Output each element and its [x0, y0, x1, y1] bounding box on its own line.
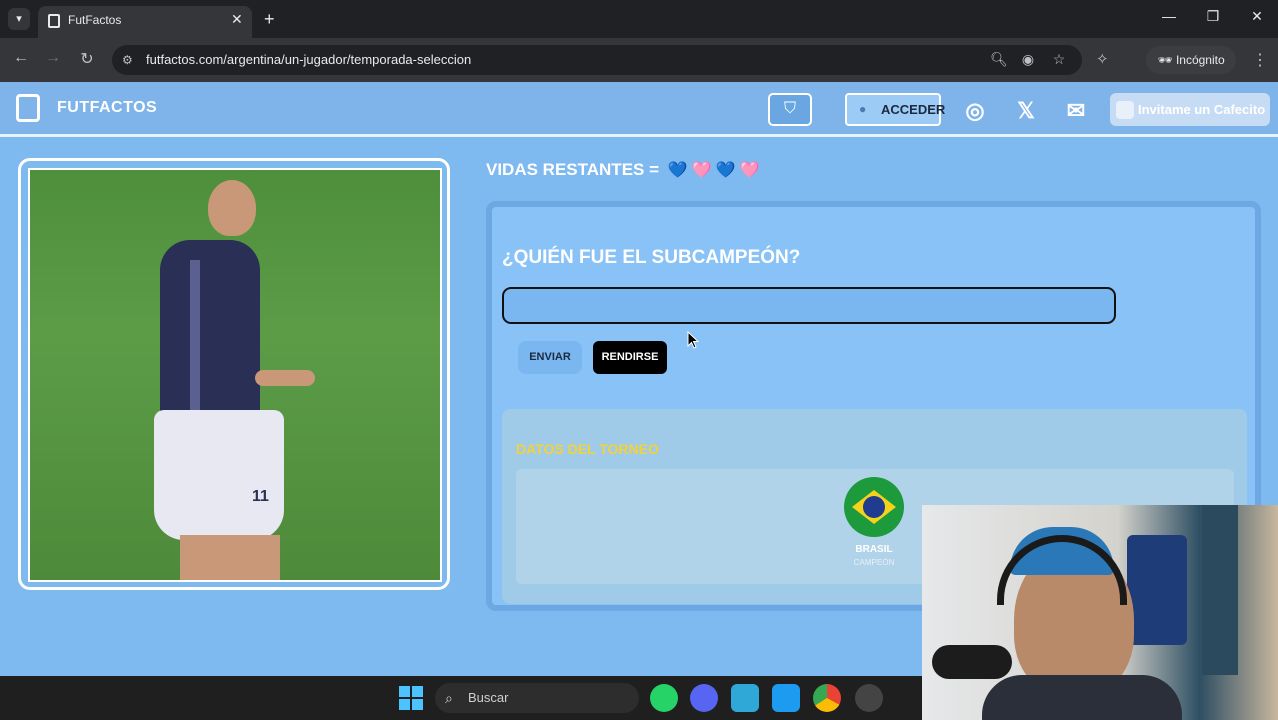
extensions-icon[interactable]: ✧ [1096, 50, 1109, 68]
taskbar-search[interactable]: ⌕ Buscar [435, 683, 639, 713]
life-heart: 💙 [715, 162, 736, 179]
windows-start-icon[interactable] [399, 686, 423, 710]
url-text[interactable]: futfactos.com/argentina/un-jugador/tempo… [146, 52, 471, 67]
door [1202, 505, 1238, 675]
x-icon[interactable]: 𝕏 [1012, 98, 1040, 124]
tab-title: FutFactos [68, 13, 122, 27]
windows-taskbar: ⌕ Buscar [0, 676, 922, 720]
restore-icon[interactable]: ❐ [1198, 8, 1228, 25]
coffee-cup-icon [1116, 101, 1134, 119]
browser-menu-icon[interactable]: ⋮ [1252, 50, 1268, 70]
webcam-overlay [922, 505, 1278, 720]
forward-arrow-icon[interactable]: → [42, 49, 64, 67]
browser-tab-bar: ▾ FutFactos ✕ + — ❐ ✕ [0, 0, 1278, 38]
player-shirt [160, 240, 260, 420]
donate-label: Invitame un Cafecito [1138, 102, 1266, 117]
desktop-app-icon[interactable] [731, 684, 759, 712]
reload-icon[interactable]: ↻ [76, 49, 98, 69]
mail-icon[interactable]: ✉ [1062, 98, 1090, 124]
minimize-icon[interactable]: — [1154, 8, 1184, 24]
obs-icon[interactable] [855, 684, 883, 712]
mouse-cursor-icon [687, 331, 699, 349]
site-info-icon[interactable]: ⚙ [122, 53, 133, 67]
address-bar[interactable]: ⚙ futfactos.com/argentina/un-jugador/tem… [112, 45, 1082, 75]
twitter-icon[interactable] [772, 684, 800, 712]
user-icon: ● [859, 102, 867, 116]
close-tab-icon[interactable]: ✕ [231, 11, 243, 28]
life-heart: 🩷 [739, 162, 760, 179]
instagram-icon[interactable]: ◎ [961, 98, 989, 124]
give-up-button[interactable]: RENDIRSE [593, 341, 667, 374]
tab-search-dropdown[interactable]: ▾ [8, 8, 30, 30]
life-heart: 🩷 [691, 162, 712, 179]
back-arrow-icon[interactable]: ← [10, 49, 32, 67]
incognito-icon: 🕶︎ [1157, 53, 1176, 67]
login-label: ACCEDER [881, 102, 946, 117]
champion-country: BRASIL [855, 544, 893, 555]
brazil-flag-icon [844, 477, 904, 537]
close-window-icon[interactable]: ✕ [1242, 8, 1272, 25]
incognito-badge[interactable]: 🕶︎ Incógnito [1146, 46, 1236, 74]
tracking-protection-eye-icon[interactable]: ◉ [1018, 51, 1038, 68]
bookmark-star-icon[interactable]: ☆ [1049, 51, 1069, 68]
cafecito-donate-button[interactable]: Invitame un Cafecito [1110, 93, 1270, 126]
incognito-label: Incógnito [1175, 53, 1225, 67]
jersey-on-wall [1127, 535, 1187, 645]
futfactos-favicon-icon [48, 14, 60, 28]
submit-button[interactable]: ENVIAR [518, 341, 582, 374]
tournament-data-title: DATOS DEL TORNEO [516, 441, 659, 457]
streamer-shirt [982, 675, 1182, 720]
lives-remaining: VIDAS RESTANTES = 💙 🩷 💙 🩷 [486, 160, 759, 180]
taskbar-search-label: Buscar [468, 690, 509, 705]
player-shorts [154, 410, 284, 540]
team-shield-button[interactable]: ⛉ [768, 93, 812, 126]
player-legs [180, 535, 280, 580]
lives-label: VIDAS RESTANTES = [486, 160, 660, 179]
player-image-frame: 11 [18, 158, 450, 590]
search-icon: ⌕ [445, 690, 453, 706]
zoom-icon[interactable]: 🔍︎ [989, 51, 1009, 68]
whatsapp-icon[interactable] [650, 684, 678, 712]
player-photo: 11 [28, 168, 442, 582]
champion-role: CAMPEÓN [853, 558, 895, 567]
browser-tab[interactable]: FutFactos ✕ [38, 6, 252, 38]
question-title: ¿QUIÉN FUE EL SUBCAMPEÓN? [502, 247, 801, 268]
chrome-icon[interactable] [813, 684, 841, 712]
futfactos-logo-icon[interactable] [16, 94, 40, 122]
answer-input[interactable] [502, 287, 1116, 324]
player-head [208, 180, 256, 236]
brand-name[interactable]: FUTFACTOS [57, 99, 157, 117]
shield-icon: ⛉ [783, 100, 796, 117]
player-arm [255, 370, 315, 386]
life-heart: 💙 [667, 162, 688, 179]
login-button[interactable]: ● ACCEDER [845, 93, 945, 126]
shorts-number: 11 [252, 488, 269, 505]
microphone [932, 645, 1012, 679]
site-header: FUTFACTOS ⛉ ● ACCEDER ◎ 𝕏 ✉ Invitame un … [0, 82, 1278, 137]
discord-icon[interactable] [690, 684, 718, 712]
new-tab-icon[interactable]: + [264, 8, 275, 30]
